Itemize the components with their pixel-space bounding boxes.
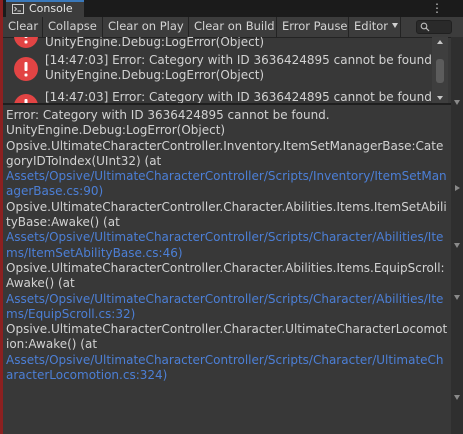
tab-label: Console [29, 2, 73, 15]
adjacent-panel-edge [451, 37, 463, 434]
clear-on-play-toggle[interactable]: Clear on Play [103, 17, 189, 37]
stacktrace-details: Error: Category with ID 3636424895 canno… [6, 108, 448, 383]
detail-line: Opsive.UltimateCharacterController.Chara… [6, 199, 447, 230]
editor-dropdown[interactable]: Editor [349, 17, 401, 37]
kebab-menu-icon[interactable]: ⋮ [431, 1, 443, 15]
tab-bar: Console ⋮ [3, 0, 463, 17]
clear-on-build-toggle[interactable]: Clear on Build [189, 17, 277, 37]
stacktrace-link[interactable]: Assets/Opsive/UltimateCharacterControlle… [6, 230, 448, 261]
log-entry-message: [14:47:03] Error: Category with ID 36364… [45, 90, 436, 103]
scroll-up-arrow-icon[interactable] [437, 40, 443, 44]
scroll-down-arrow-icon[interactable] [437, 96, 443, 100]
log-entry[interactable]: UnityEngine.Debug:LogError(Object) [3, 37, 443, 52]
log-entry[interactable]: [14:47:03] Error: Category with ID 36364… [3, 52, 443, 85]
error-icon [14, 94, 38, 103]
detail-line: UnityEngine.Debug:LogError(Object) [6, 123, 226, 138]
editor-dropdown-label: Editor [354, 19, 389, 33]
clear-button[interactable]: Clear [3, 17, 43, 37]
log-entry-message: [14:47:03] Error: Category with ID 36364… [45, 53, 436, 67]
console-toolbar: Clear Collapse Clear on Play Clear on Bu… [3, 17, 463, 38]
log-entry-source: UnityEngine.Debug:LogError(Object) [45, 68, 265, 82]
foldout-arrow-icon[interactable] [454, 100, 460, 105]
error-icon [14, 37, 38, 48]
foldout-arrow-icon[interactable] [454, 395, 460, 400]
tab-console[interactable]: Console [6, 0, 84, 17]
detail-line: Opsive.UltimateCharacterController.Inven… [6, 138, 444, 168]
error-icon [14, 57, 38, 81]
log-entry-list[interactable]: UnityEngine.Debug:LogError(Object) [14:4… [3, 37, 443, 103]
log-entry-selected[interactable]: [14:47:03] Error: Category with ID 36364… [3, 89, 443, 103]
foldout-arrow-icon[interactable] [454, 295, 460, 300]
foldout-arrow-icon[interactable] [455, 185, 460, 191]
panel-splitter[interactable] [3, 103, 451, 105]
collapse-toggle[interactable]: Collapse [43, 17, 103, 37]
log-list-scrollbar[interactable] [432, 37, 448, 103]
console-icon [12, 4, 24, 14]
log-entry-source: UnityEngine.Debug:LogError(Object) [45, 37, 265, 49]
detail-line: Opsive.UltimateCharacterController.Chara… [6, 322, 448, 352]
detail-line: Opsive.UltimateCharacterController.Chara… [6, 260, 445, 291]
stacktrace-link[interactable]: Assets/Opsive/UltimateCharacterControlle… [6, 353, 448, 384]
scrollbar-thumb[interactable] [436, 59, 444, 83]
foldout-arrow-icon[interactable] [454, 243, 460, 248]
error-pause-toggle[interactable]: Error Pause [277, 17, 349, 37]
search-field[interactable] [416, 20, 452, 34]
stacktrace-link[interactable]: Assets/Opsive/UltimateCharacterControlle… [6, 292, 448, 323]
stacktrace-link[interactable]: Assets/Opsive/UltimateCharacterControlle… [6, 169, 448, 200]
chevron-down-icon [392, 23, 399, 28]
detail-message: Error: Category with ID 3636424895 canno… [6, 108, 330, 122]
search-icon [420, 22, 430, 32]
